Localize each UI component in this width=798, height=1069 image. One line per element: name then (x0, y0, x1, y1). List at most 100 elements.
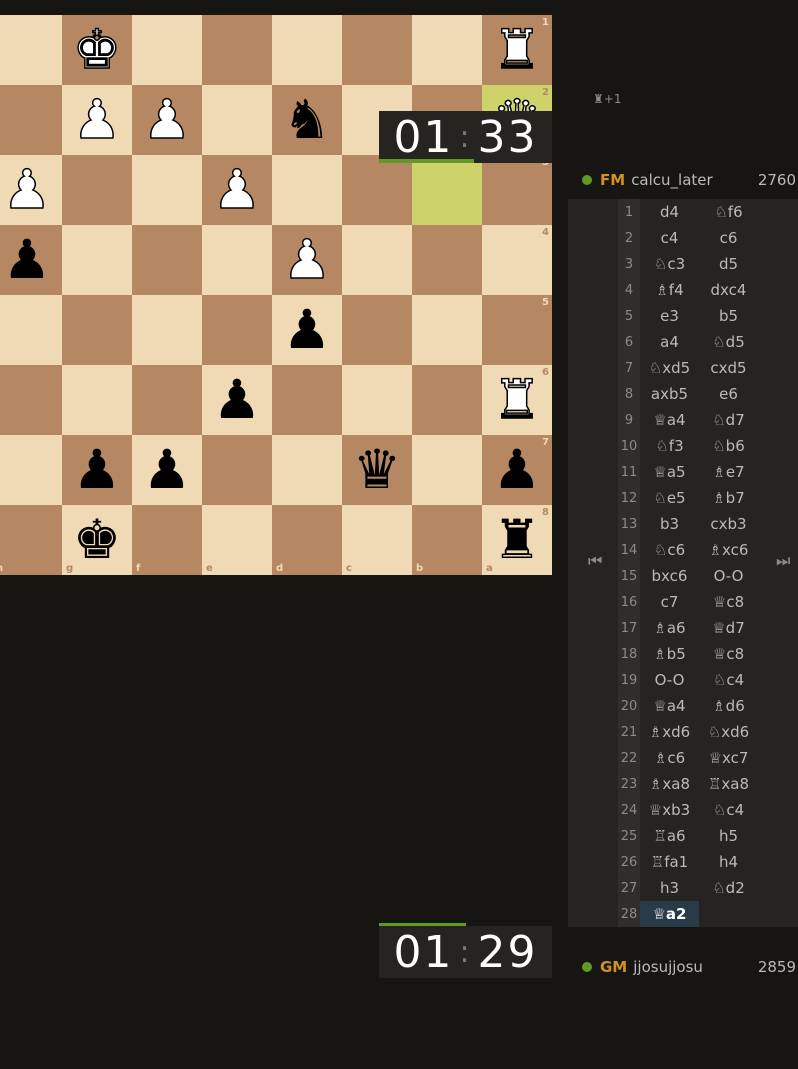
square-a5[interactable]: 5 (482, 295, 552, 365)
square-e7[interactable] (202, 435, 272, 505)
move-black[interactable]: ♘d5 (699, 329, 758, 355)
square-c1[interactable] (342, 15, 412, 85)
move-white[interactable]: ♕a5 (640, 459, 699, 485)
square-a3[interactable]: 3 (482, 155, 552, 225)
square-d5[interactable]: ♟ (272, 295, 342, 365)
square-g3[interactable] (62, 155, 132, 225)
black-king-icon[interactable]: ♚ (62, 505, 132, 575)
move-black[interactable]: h5 (699, 823, 758, 849)
move-black[interactable]: ♕xc7 (699, 745, 758, 771)
move-black[interactable]: c6 (699, 225, 758, 251)
move-black[interactable]: e6 (699, 381, 758, 407)
black-pawn-icon[interactable]: ♟ (62, 435, 132, 505)
move-black[interactable]: ♘b6 (699, 433, 758, 459)
move-white[interactable]: ♘f3 (640, 433, 699, 459)
move-black[interactable]: ♘c4 (699, 797, 758, 823)
square-f7[interactable]: ♟ (132, 435, 202, 505)
move-black[interactable]: ♘d2 (699, 875, 758, 901)
black-rook-icon[interactable]: ♜ (482, 505, 552, 575)
white-pawn-icon[interactable]: ♟ (132, 85, 202, 155)
square-e6[interactable]: ♟ (202, 365, 272, 435)
last-move-icon[interactable]: ⏭ (776, 551, 790, 571)
square-h2[interactable] (0, 85, 62, 155)
square-e8[interactable]: e (202, 505, 272, 575)
square-b3[interactable] (412, 155, 482, 225)
square-e5[interactable] (202, 295, 272, 365)
move-black[interactable]: dxc4 (699, 277, 758, 303)
square-h1[interactable] (0, 15, 62, 85)
move-black[interactable]: ♕c8 (699, 589, 758, 615)
square-g5[interactable] (62, 295, 132, 365)
square-b7[interactable] (412, 435, 482, 505)
move-black[interactable]: ♗d6 (699, 693, 758, 719)
square-c5[interactable] (342, 295, 412, 365)
move-black[interactable]: ♕c8 (699, 641, 758, 667)
square-f3[interactable] (132, 155, 202, 225)
square-f4[interactable] (132, 225, 202, 295)
move-white[interactable]: ♘e5 (640, 485, 699, 511)
square-h6[interactable] (0, 365, 62, 435)
square-d2[interactable]: ♞ (272, 85, 342, 155)
move-black[interactable]: ♘xd6 (699, 719, 758, 745)
move-white[interactable]: e3 (640, 303, 699, 329)
move-white[interactable]: ♗xa8 (640, 771, 699, 797)
move-white[interactable]: bxc6 (640, 563, 699, 589)
white-pawn-icon[interactable]: ♟ (272, 225, 342, 295)
square-c6[interactable] (342, 365, 412, 435)
square-a8[interactable]: 8 a ♜ (482, 505, 552, 575)
move-white[interactable]: O-O (640, 667, 699, 693)
move-black[interactable]: ♘d7 (699, 407, 758, 433)
player-name[interactable]: calcu_later (631, 171, 713, 189)
move-white[interactable]: ♗f4 (640, 277, 699, 303)
square-g1[interactable]: ♚ (62, 15, 132, 85)
move-black[interactable]: ♗b7 (699, 485, 758, 511)
move-white[interactable]: d4 (640, 199, 699, 225)
square-d7[interactable] (272, 435, 342, 505)
square-g7[interactable]: ♟ (62, 435, 132, 505)
square-f5[interactable] (132, 295, 202, 365)
move-black[interactable]: d5 (699, 251, 758, 277)
move-black[interactable]: b5 (699, 303, 758, 329)
square-d1[interactable] (272, 15, 342, 85)
square-h7[interactable] (0, 435, 62, 505)
move-white[interactable]: ♖fa1 (640, 849, 699, 875)
square-g4[interactable] (62, 225, 132, 295)
black-pawn-icon[interactable]: ♟ (482, 435, 552, 505)
move-black[interactable]: ♕d7 (699, 615, 758, 641)
square-d6[interactable] (272, 365, 342, 435)
black-pawn-icon[interactable]: ♟ (272, 295, 342, 365)
move-white[interactable]: c7 (640, 589, 699, 615)
square-c8[interactable]: c (342, 505, 412, 575)
square-e2[interactable] (202, 85, 272, 155)
move-white[interactable]: ♘xd5 (640, 355, 699, 381)
square-b1[interactable] (412, 15, 482, 85)
white-rook-icon[interactable]: ♜ (482, 15, 552, 85)
move-white[interactable]: ♕xb3 (640, 797, 699, 823)
square-d8[interactable]: d (272, 505, 342, 575)
move-white[interactable]: a4 (640, 329, 699, 355)
move-white[interactable]: ♘c3 (640, 251, 699, 277)
white-rook-icon[interactable]: ♜ (482, 365, 552, 435)
square-g2[interactable]: ♟ (62, 85, 132, 155)
square-f1[interactable] (132, 15, 202, 85)
player-name[interactable]: jjosujjosu (633, 958, 703, 976)
move-white[interactable]: ♗a6 (640, 615, 699, 641)
square-g6[interactable] (62, 365, 132, 435)
square-d3[interactable] (272, 155, 342, 225)
square-f2[interactable]: ♟ (132, 85, 202, 155)
square-b5[interactable] (412, 295, 482, 365)
move-white[interactable]: c4 (640, 225, 699, 251)
move-white[interactable]: ♗xd6 (640, 719, 699, 745)
square-h4[interactable]: ♟ (0, 225, 62, 295)
square-e3[interactable]: ♟ (202, 155, 272, 225)
square-c3[interactable] (342, 155, 412, 225)
move-white[interactable]: ♕a4 (640, 693, 699, 719)
black-queen-icon[interactable]: ♛ (342, 435, 412, 505)
square-a4[interactable]: 4 (482, 225, 552, 295)
move-black[interactable]: ♘c4 (699, 667, 758, 693)
first-move-icon[interactable]: ⏮ (588, 551, 602, 571)
move-white[interactable]: ♕a2 (640, 901, 699, 927)
white-pawn-icon[interactable]: ♟ (0, 155, 62, 225)
move-white[interactable]: axb5 (640, 381, 699, 407)
square-c4[interactable] (342, 225, 412, 295)
